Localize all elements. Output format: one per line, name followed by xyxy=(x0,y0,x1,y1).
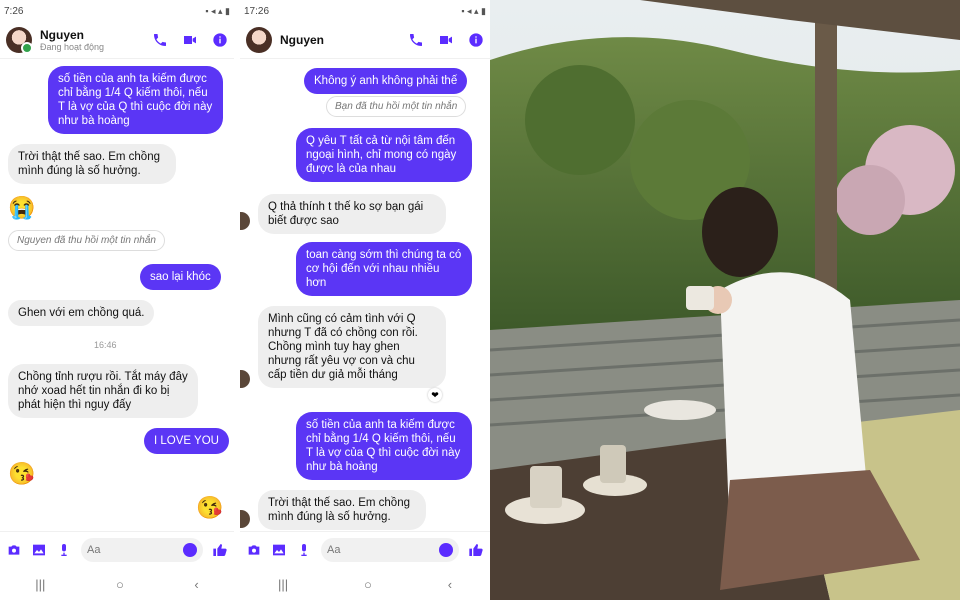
thumbs-up-icon[interactable] xyxy=(212,542,228,558)
unsent-message-notice: Bạn đã thu hồi một tin nhắn xyxy=(326,96,467,117)
crying-emoji-icon[interactable]: 😭 xyxy=(8,196,35,220)
phone-call-icon[interactable] xyxy=(152,32,168,48)
online-dot-icon xyxy=(21,42,33,54)
message-input-placeholder: Aa xyxy=(327,544,341,556)
contact-status: Đang hoạt động xyxy=(40,41,105,52)
gallery-icon[interactable] xyxy=(31,542,47,558)
woman-drinking-tea-photo xyxy=(490,0,960,600)
message-input[interactable]: Aa xyxy=(81,538,203,562)
message-bubble-received[interactable]: Trời thật thế sao. Em chồng mình đúng là… xyxy=(258,490,426,530)
contact-name[interactable]: Nguyen xyxy=(280,33,324,47)
message-bubble-sent[interactable]: số tiền của anh ta kiếm được chỉ bằng 1/… xyxy=(48,66,223,134)
status-bar: 17:26 ▪ ◂ ▴ ▮ xyxy=(240,0,490,22)
avatar xyxy=(240,510,250,528)
chat-screen-right: 17:26 ▪ ◂ ▴ ▮ Nguyen Không ý anh không p… xyxy=(240,0,490,600)
status-bar: 7:26 ▪ ◂ ▴ ▮ xyxy=(0,0,234,22)
status-time: 17:26 xyxy=(244,5,270,17)
timestamp: 16:46 xyxy=(94,340,117,350)
camera-icon[interactable] xyxy=(6,542,22,558)
message-input-placeholder: Aa xyxy=(87,544,101,556)
chat-screen-left: 7:26 ▪ ◂ ▴ ▮ Nguyen Đang hoạt động số ti… xyxy=(0,0,234,600)
chat-header: Nguyen xyxy=(240,22,490,59)
message-bubble-sent[interactable]: số tiền của anh ta kiếm được chỉ bằng 1/… xyxy=(296,412,472,480)
avatar[interactable] xyxy=(6,27,33,54)
avatar xyxy=(240,370,250,388)
photo-illustration xyxy=(490,0,960,600)
avatar[interactable] xyxy=(246,27,272,53)
info-icon[interactable] xyxy=(212,32,228,48)
recent-apps-button[interactable]: ||| xyxy=(35,577,45,592)
message-bubble-sent[interactable]: sao lại khóc xyxy=(140,264,221,290)
video-call-icon[interactable] xyxy=(182,32,198,48)
heart-reaction-icon[interactable]: ❤ xyxy=(428,388,442,402)
unsent-message-notice: Nguyen đã thu hồi một tin nhắn xyxy=(8,230,165,251)
gallery-icon[interactable] xyxy=(271,542,287,558)
message-bubble-sent[interactable]: toan càng sớm thì chúng ta có cơ hội đến… xyxy=(296,242,472,296)
message-bubble-received[interactable]: Ghen với em chồng quá. xyxy=(8,300,155,326)
emoji-picker-icon[interactable] xyxy=(183,543,197,557)
message-bubble-sent[interactable]: Không ý anh không phải thế xyxy=(304,68,468,94)
back-button[interactable]: ‹ xyxy=(448,577,452,592)
kiss-emoji-icon[interactable]: 😘 xyxy=(196,496,223,520)
recent-apps-button[interactable]: ||| xyxy=(278,577,288,592)
status-time: 7:26 xyxy=(4,5,24,17)
home-button[interactable]: ○ xyxy=(364,577,372,592)
video-call-icon[interactable] xyxy=(438,32,454,48)
message-bubble-received[interactable]: Chồng tỉnh rượu rồi. Tắt máy đây nhớ xoa… xyxy=(8,364,198,418)
system-nav-bar: ||| ○ ‹ xyxy=(0,568,234,600)
message-bubble-received[interactable]: Q thả thính t thế ko sợ bạn gái biết đượ… xyxy=(258,194,446,234)
home-button[interactable]: ○ xyxy=(116,577,124,592)
contact-info[interactable]: Nguyen Đang hoạt động xyxy=(40,27,105,52)
microphone-icon[interactable] xyxy=(56,542,72,558)
microphone-icon[interactable] xyxy=(296,542,312,558)
phone-call-icon[interactable] xyxy=(408,32,424,48)
avatar xyxy=(240,212,250,230)
back-button[interactable]: ‹ xyxy=(194,577,198,592)
message-bubble-sent[interactable]: I LOVE YOU xyxy=(144,428,229,454)
message-composer: Aa xyxy=(0,531,234,568)
message-list[interactable]: số tiền của anh ta kiếm được chỉ bằng 1/… xyxy=(0,58,234,532)
info-icon[interactable] xyxy=(468,32,484,48)
kiss-emoji-icon[interactable]: 😘 xyxy=(8,462,35,486)
chat-header: Nguyen Đang hoạt động xyxy=(0,22,234,59)
message-bubble-sent[interactable]: Q yêu T tất cả từ nội tâm đến ngoại hình… xyxy=(296,128,472,182)
message-bubble-received[interactable]: Trời thật thế sao. Em chồng mình đúng là… xyxy=(8,144,176,184)
emoji-picker-icon[interactable] xyxy=(439,543,453,557)
message-composer: Aa xyxy=(240,531,490,568)
status-icons: ▪ ◂ ▴ ▮ xyxy=(205,5,230,16)
system-nav-bar: ||| ○ ‹ xyxy=(240,568,490,600)
message-bubble-received[interactable]: Mình cũng có cảm tình với Q nhưng T đã c… xyxy=(258,306,446,388)
status-icons: ▪ ◂ ▴ ▮ xyxy=(461,5,486,16)
contact-name: Nguyen xyxy=(40,27,85,42)
camera-icon[interactable] xyxy=(246,542,262,558)
thumbs-up-icon[interactable] xyxy=(468,542,484,558)
message-input[interactable]: Aa xyxy=(321,538,459,562)
message-list[interactable]: Không ý anh không phải thế Bạn đã thu hồ… xyxy=(240,58,490,532)
